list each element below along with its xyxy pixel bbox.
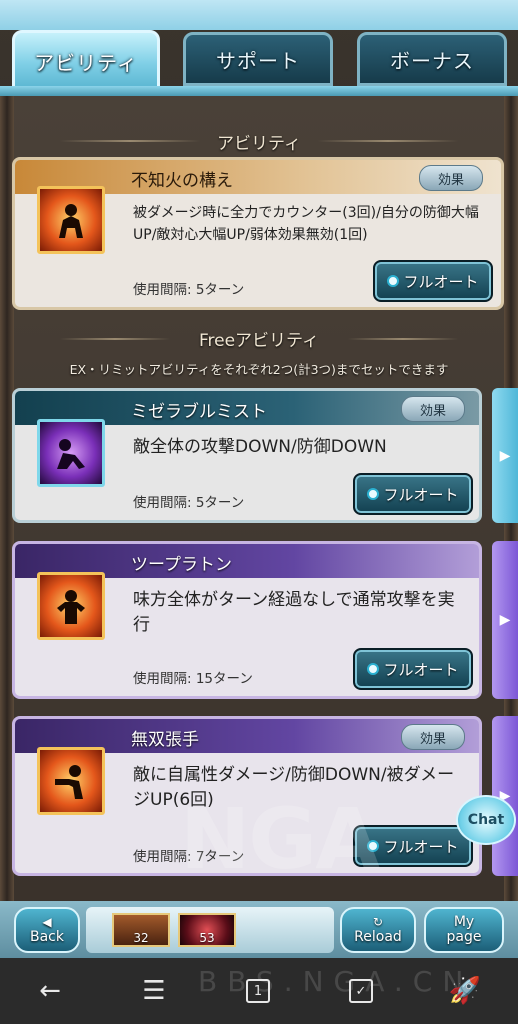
tab-count-box: 1 [246,979,270,1003]
checklist-icon[interactable]: ✓ [344,974,378,1008]
muscle-figure-icon [57,590,85,624]
tab-support[interactable]: サポート [183,32,333,86]
full-auto-label: フルオート [383,660,459,679]
slot-arrow-button[interactable]: ▶ [492,541,518,699]
ability-description: 味方全体がターン経過なしで通常攻撃を実行 [133,590,455,635]
arrow-right-icon: ▶ [499,612,511,628]
party-member-slot[interactable]: 32 [112,913,170,947]
back-arrow-icon[interactable]: ← [33,974,67,1008]
nav-watermark: BBS.NGA.CN [198,965,474,998]
mypage-label-line1: My [453,914,475,930]
back-label: Back [30,929,64,945]
full-auto-label: フルオート [403,272,479,291]
effect-button[interactable]: 効果 [401,724,465,750]
ability-name: 不知火の構え [131,171,233,191]
tab-count-icon[interactable]: 1 [241,974,275,1008]
ability-icon-palm-strike [37,747,105,815]
full-auto-label: フルオート [383,485,459,504]
toggle-dot-icon [367,663,380,675]
ability-description: 敵全体の攻撃DOWN/防御DOWN [133,437,387,457]
full-auto-button[interactable]: フルオート [353,473,473,515]
slot-arrow-button[interactable]: ▶ [492,388,518,523]
arrow-right-icon: ▶ [499,447,511,464]
ability-card: ツープラトン 味方全体がターン経過なしで通常攻撃を実行 使用間隔: 15ターン … [12,541,482,699]
checkbox-icon: ✓ [349,979,373,1003]
rocket-icon[interactable]: 🚀 [448,974,482,1008]
back-arrow-icon: ◀ [42,915,52,929]
tab-underline [0,86,518,96]
ability-name: ツープラトン [131,555,232,575]
party-member-slot[interactable]: 53 [178,913,236,947]
menu-icon[interactable]: ☰ [137,974,171,1008]
party-member-count: 32 [133,931,149,945]
full-auto-button[interactable]: フルオート [373,260,493,302]
ability-cooldown: 使用間隔: 5ターン [133,282,245,298]
ability-icon-double-team [37,572,105,640]
tab-ability[interactable]: アビリティ [12,30,160,92]
effect-button[interactable]: 効果 [401,396,465,422]
section-title-free-ability: Freeアビリティ [198,331,320,351]
reload-button[interactable]: ↻ Reload [340,907,416,953]
watermark-logo: NGA [180,790,380,888]
crouching-figure-icon [57,439,85,469]
party-member-count: 53 [199,931,215,945]
full-auto-button[interactable]: フルオート [353,648,473,690]
ability-card: ミゼラブルミスト 効果 敵全体の攻撃DOWN/防御DOWN 使用間隔: 5ターン… [12,388,482,523]
section-title-ability: アビリティ [217,134,301,154]
ability-cooldown: 使用間隔: 5ターン [133,495,245,511]
full-auto-label: フルオート [383,837,459,856]
effect-button[interactable]: 効果 [419,165,483,191]
ability-icon-mist [37,419,105,487]
tab-bonus[interactable]: ボーナス [357,32,507,86]
ability-cooldown: 使用間隔: 15ターン [133,671,253,687]
ability-description: 被ダメージ時に全力でカウンター(3回)/自分の防御大幅UP/敵対心大幅UP/弱体… [133,205,479,243]
reload-label: Reload [354,929,402,945]
mypage-label-line2: page [446,929,482,945]
free-ability-notice: EX・リミットアビリティをそれぞれ2つ(計3つ)までセットできます [69,362,449,377]
mypage-button[interactable]: My page [424,907,504,953]
fighter-silhouette-icon [59,204,83,238]
palm-strike-icon [55,765,83,799]
toggle-dot-icon [387,275,400,287]
ability-card: 不知火の構え 効果 被ダメージ時に全力でカウンター(3回)/自分の防御大幅UP/… [12,157,504,310]
ability-icon-counter [37,186,105,254]
toggle-dot-icon [367,488,380,500]
back-button[interactable]: ◀ Back [14,907,80,953]
reload-icon: ↻ [372,915,384,929]
ability-name: ミゼラブルミスト [131,402,267,422]
ability-name: 無双張手 [131,730,199,750]
background-strip [0,0,518,30]
chat-button[interactable]: Chat [456,795,516,845]
